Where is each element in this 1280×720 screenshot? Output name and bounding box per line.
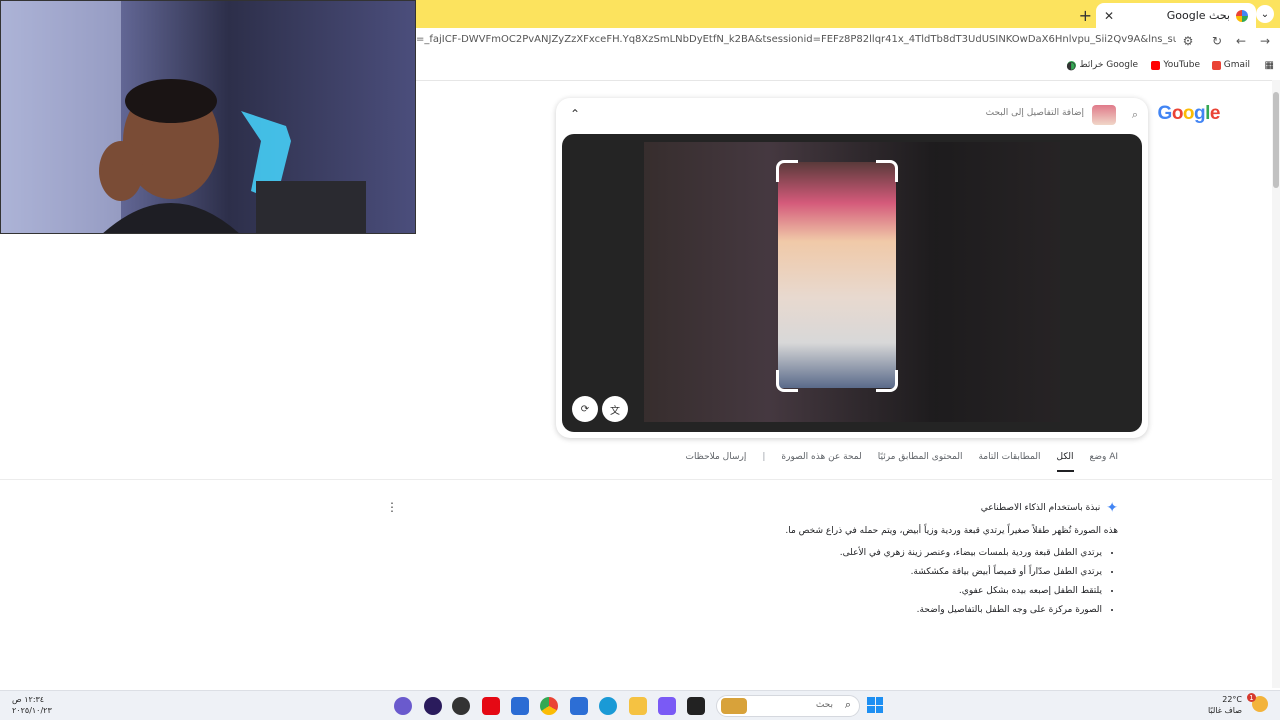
send-feedback-link[interactable]: إرسال ملاحظات xyxy=(685,452,746,472)
bookmark-label: YouTube xyxy=(1163,60,1200,70)
bookmark-gmail[interactable]: Gmail xyxy=(1211,60,1250,70)
windows-taskbar: ١٢:٣٤ ص ٢٠٢٥/١٠/٢٣ بحث ⌕ 22°C صاف غالبًا… xyxy=(0,690,1280,720)
logo-letter: G xyxy=(1157,103,1173,124)
close-tab-icon[interactable]: ✕ xyxy=(1104,9,1114,23)
reload-icon[interactable]: ↻ xyxy=(1209,34,1225,48)
scrollbar-thumb[interactable] xyxy=(1273,92,1279,188)
clock-time: ١٢:٣٤ ص xyxy=(12,695,45,704)
tab-about-image[interactable]: لمحة عن هذه الصورة xyxy=(781,452,861,472)
logo-letter: o xyxy=(1182,103,1195,124)
more-bookmarks-icon[interactable]: ◐ xyxy=(1066,59,1076,72)
selection-handle-bottom-right[interactable] xyxy=(876,370,898,392)
lens-image-stage: ⟳ 文 xyxy=(562,134,1142,432)
tab-all[interactable]: الكل xyxy=(1056,452,1074,472)
app-icon-discord[interactable] xyxy=(394,697,412,715)
lens-search-card: ⌕ إضافة التفاصيل إلى البحث ⌃ ⟳ 文 xyxy=(556,98,1148,438)
list-item: يلتقط الطفل إصبعه بيده بشكل عفوي. xyxy=(418,586,1102,596)
app-icon-edge[interactable] xyxy=(599,697,617,715)
google-logo[interactable]: Google xyxy=(1157,103,1221,125)
new-tab-button[interactable]: + xyxy=(1079,6,1092,25)
app-icon-obs[interactable] xyxy=(424,697,442,715)
weather-widget[interactable]: 22°C صاف غالبًا xyxy=(1208,694,1242,716)
site-settings-icon[interactable]: ⚙ xyxy=(1180,34,1196,48)
clock-date: ٢٠٢٥/١٠/٢٣ xyxy=(12,706,52,715)
selection-handle-top-right[interactable] xyxy=(876,160,898,182)
list-item: يرتدي الطفل قبعة وردية بلمسات بيضاء، وعن… xyxy=(418,548,1102,558)
bookmark-youtube[interactable]: YouTube xyxy=(1151,60,1200,70)
tab-ai-mode[interactable]: وضع AI xyxy=(1090,452,1118,472)
apps-grid-icon[interactable]: ▦ xyxy=(1265,60,1274,71)
logo-letter: g xyxy=(1194,103,1206,124)
app-icon-file-explorer[interactable] xyxy=(629,697,647,715)
chevron-up-icon[interactable]: ⌃ xyxy=(570,107,580,121)
ai-overview-list: يرتدي الطفل قبعة وردية بلمسات بيضاء، وعن… xyxy=(418,548,1118,624)
rotate-icon[interactable]: ⟳ xyxy=(572,396,598,422)
webcam-person-image xyxy=(1,1,366,233)
system-clock[interactable]: ١٢:٣٤ ص ٢٠٢٥/١٠/٢٣ xyxy=(12,694,52,716)
app-icon-store[interactable] xyxy=(570,697,588,715)
more-options-icon[interactable]: ⋮ xyxy=(386,500,398,514)
lens-add-details-input[interactable]: إضافة التفاصيل إلى البحث xyxy=(986,108,1084,118)
lens-image-thumbnail[interactable] xyxy=(1092,105,1116,125)
tabs-divider xyxy=(0,479,1272,480)
search-icon[interactable]: ⌕ xyxy=(1132,108,1138,122)
ai-overview-header: ✦ نبذة باستخدام الذكاء الاصطناعي xyxy=(981,500,1118,516)
translate-icon[interactable]: 文 xyxy=(602,396,628,422)
forward-arrow-icon[interactable]: → xyxy=(1257,34,1273,48)
tab-title: Google بحث xyxy=(1166,9,1230,22)
logo-letter: o xyxy=(1171,103,1184,124)
weather-temperature: 22°C xyxy=(1222,695,1242,704)
app-icon-outlook[interactable] xyxy=(511,697,529,715)
taskbar-search-placeholder: بحث xyxy=(815,700,833,710)
toolbar-divider xyxy=(416,80,1272,81)
logo-letter: e xyxy=(1209,103,1221,124)
list-item: الصورة مركزة على وجه الطفل بالتفاصيل واض… xyxy=(418,605,1102,615)
selection-handle-bottom-left[interactable] xyxy=(776,370,798,392)
lens-selection-region[interactable] xyxy=(778,162,896,388)
back-arrow-icon[interactable]: ← xyxy=(1233,34,1249,48)
bookmark-label: خرائط Google xyxy=(1079,60,1138,70)
youtube-icon xyxy=(1151,60,1161,70)
gemini-sparkle-icon: ✦ xyxy=(1106,500,1118,516)
list-item: يرتدي الطفل صدّاراً أو قميصاً أبيض بياقة… xyxy=(418,567,1102,577)
app-icon-chrome[interactable] xyxy=(540,697,558,715)
app-icon-netflix[interactable] xyxy=(482,697,500,715)
bookmark-maps[interactable]: خرائط Google xyxy=(1067,60,1138,70)
notification-badge: 1 xyxy=(1247,693,1256,702)
windows-start-icon[interactable] xyxy=(867,697,883,713)
bookmark-label: Gmail xyxy=(1223,60,1250,70)
ai-overview-title: نبذة باستخدام الذكاء الاصطناعي xyxy=(980,503,1101,513)
tab-search-button[interactable]: ⌄ xyxy=(1256,5,1274,23)
ai-overview-summary: هذه الصورة تُظهر طفلاً صغيراً يرتدي قبعة… xyxy=(785,526,1118,536)
browser-tab-google-search[interactable]: Google بحث ✕ xyxy=(1096,3,1256,28)
webcam-overlay xyxy=(0,0,416,234)
gmail-icon xyxy=(1211,60,1221,70)
taskbar-search[interactable]: بحث ⌕ xyxy=(716,695,860,717)
app-icon-capcut[interactable] xyxy=(452,697,470,715)
address-bar[interactable]: =_fajICF-DWVFmOC2PvANJZyZzXFxceFH.Yq8XzS… xyxy=(416,34,1176,52)
tabs-separator: | xyxy=(762,452,766,462)
search-highlight-icon xyxy=(721,698,747,714)
selection-handle-top-left[interactable] xyxy=(776,160,798,182)
google-favicon-icon xyxy=(1236,9,1248,22)
search-icon: ⌕ xyxy=(844,698,851,711)
app-icon-terminal[interactable] xyxy=(687,697,705,715)
search-tabs: وضع AI الكل المطابقات التامة المحتوى الم… xyxy=(685,452,1118,472)
weather-description: صاف غالبًا xyxy=(1208,706,1242,715)
app-icon-copilot[interactable] xyxy=(658,697,676,715)
tab-exact-matches[interactable]: المطابقات التامة xyxy=(978,452,1040,472)
tab-visual-matches[interactable]: المحتوى المطابق مرئيًا xyxy=(878,452,963,472)
